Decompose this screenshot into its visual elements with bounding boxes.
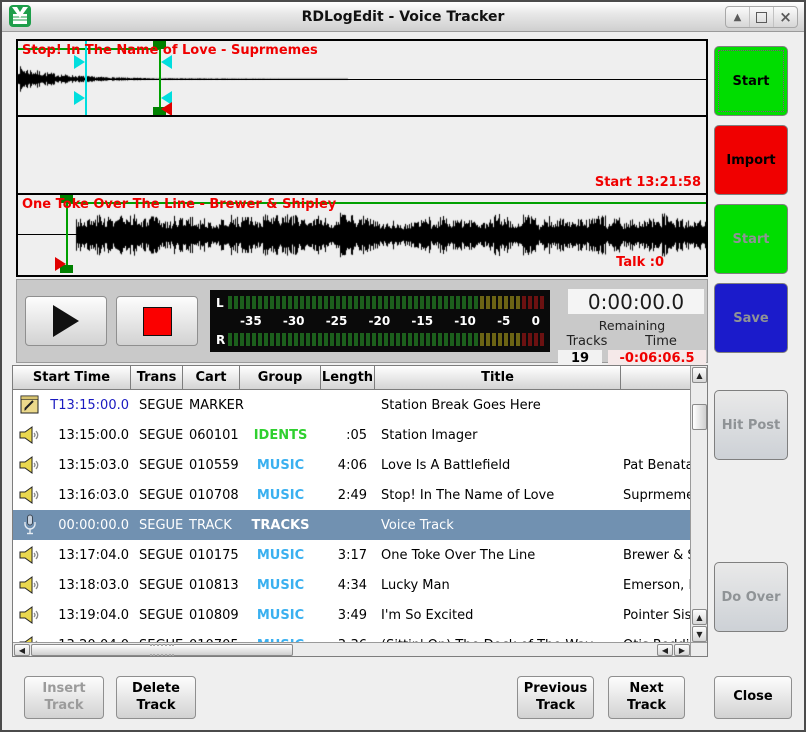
table-row-selected-voice-track[interactable]: 00:00:00.0 SEGUE TRACK TRACKS Voice Trac…	[13, 510, 691, 540]
table-header: Start Time Trans Cart Group Length Title	[13, 366, 691, 390]
header-trans[interactable]: Trans	[131, 366, 183, 390]
stop-button[interactable]	[116, 296, 198, 346]
header-artist[interactable]	[621, 366, 691, 390]
remaining-tracks-value: 19	[558, 350, 602, 366]
scroll-left-button-right[interactable]: ◀	[657, 644, 673, 656]
speaker-icon	[13, 426, 47, 444]
meter-scale: -35 -30 -25 -20 -15 -10 -5 0	[216, 313, 544, 329]
header-group[interactable]: Group	[240, 366, 321, 390]
close-button[interactable]: Close	[714, 676, 792, 719]
hit-post-button[interactable]: Hit Post	[714, 390, 788, 460]
horizontal-scroll-thumb[interactable]	[31, 644, 293, 656]
remaining-label: Remaining	[558, 318, 706, 333]
left-arrow-icon: ◀	[662, 646, 668, 655]
import-button[interactable]: Import	[714, 125, 788, 195]
vertical-scrollbar[interactable]: ▲ ▲ ▼	[690, 366, 708, 642]
table-rows: T13:15:00.0 SEGUE MARKER Station Break G…	[13, 390, 691, 657]
save-button[interactable]: Save	[714, 283, 788, 353]
cue-marker-right-icon[interactable]	[74, 91, 85, 105]
titlebar[interactable]: RDLogEdit - Voice Tracker ▲ ×	[2, 2, 804, 32]
stop-icon	[143, 307, 172, 336]
elapsed-time-display: 0:00:00.0	[568, 289, 704, 314]
scrollbar-corner	[690, 642, 708, 657]
scroll-right-button[interactable]: ▶	[674, 644, 690, 656]
meter-bar-right	[228, 333, 544, 346]
waveform-panel-track-after[interactable]: One Toke Over The Line - Brewer & Shiple…	[18, 195, 706, 273]
talk-time-label: Talk :0	[616, 255, 664, 270]
horizontal-scrollbar[interactable]: ◀ ◀ ▶	[13, 642, 690, 657]
meter-bar-left	[228, 296, 544, 309]
transport-bar: L -35 -30 -25 -20 -15 -10 -5 0 R 0:00:00…	[16, 279, 708, 363]
microphone-icon	[13, 514, 47, 536]
meter-left-label: L	[216, 296, 228, 310]
speaker-icon	[13, 606, 47, 624]
voice-slot-start-time: Start 13:21:58	[595, 175, 701, 190]
up-arrow-icon: ▲	[696, 613, 702, 622]
delete-track-button[interactable]: Delete Track	[116, 676, 196, 719]
next-track-button[interactable]: Next Track	[608, 676, 685, 719]
table-row[interactable]: 13:15:00.0 SEGUE 060101 IDENTS :05 Stati…	[13, 420, 691, 450]
table-row[interactable]: T13:15:00.0 SEGUE MARKER Station Break G…	[13, 390, 691, 420]
speaker-icon	[13, 456, 47, 474]
start-track2-button[interactable]: Start	[714, 204, 788, 274]
up-arrow-icon: ▲	[734, 12, 742, 23]
audio-meter: L -35 -30 -25 -20 -15 -10 -5 0 R	[210, 290, 550, 352]
close-icon: ×	[779, 12, 792, 22]
up-arrow-icon: ▲	[696, 371, 702, 380]
vertical-scroll-thumb[interactable]	[692, 404, 707, 430]
previous-track-button[interactable]: Previous Track	[517, 676, 594, 719]
do-over-button[interactable]: Do Over	[714, 562, 788, 632]
maximize-window-button[interactable]	[749, 7, 773, 27]
voice-tracker-window: RDLogEdit - Voice Tracker ▲ × Stop! In T…	[0, 0, 806, 732]
table-row[interactable]: 13:18:03.0 SEGUE 010813 MUSIC 4:34 Lucky…	[13, 570, 691, 600]
right-arrow-icon: ▶	[679, 646, 685, 655]
speaker-icon	[13, 546, 47, 564]
scroll-up-button[interactable]: ▲	[692, 367, 707, 383]
left-arrow-icon: ◀	[19, 646, 25, 655]
window-controls: ▲ ×	[725, 6, 798, 28]
start-track1-button[interactable]: Start	[714, 46, 788, 116]
meter-right-label: R	[216, 333, 228, 347]
maximize-icon	[756, 12, 767, 23]
waveform-stack: Stop! In The Name of Love - Suprmemes St…	[16, 39, 708, 277]
remaining-tracks-label: Tracks	[558, 334, 616, 349]
waveform-panel-voice-slot[interactable]: Start 13:21:58	[18, 117, 706, 193]
note-icon	[13, 395, 47, 415]
shade-window-button[interactable]: ▲	[726, 7, 749, 27]
table-row[interactable]: 13:16:03.0 SEGUE 010708 MUSIC 2:49 Stop!…	[13, 480, 691, 510]
scroll-up-button-bottom[interactable]: ▲	[692, 609, 707, 625]
fade-marker-icon[interactable]	[161, 102, 172, 115]
remaining-block: Remaining Tracks Time 19 -0:06:06.5	[558, 318, 706, 366]
thumb-grip	[150, 644, 174, 656]
table-row[interactable]: 13:17:04.0 SEGUE 010175 MUSIC 3:17 One T…	[13, 540, 691, 570]
close-window-button[interactable]: ×	[773, 7, 797, 27]
track-before-title: Stop! In The Name of Love - Suprmemes	[22, 43, 318, 58]
log-event-table: Start Time Trans Cart Group Length Title…	[12, 365, 708, 657]
speaker-icon	[13, 486, 47, 504]
header-start-time[interactable]: Start Time	[13, 366, 131, 390]
play-button[interactable]	[25, 296, 107, 346]
play-icon	[53, 305, 79, 337]
insert-track-button[interactable]: Insert Track	[24, 676, 104, 719]
talk-marker-icon[interactable]	[55, 257, 66, 271]
window-title: RDLogEdit - Voice Tracker	[2, 9, 804, 25]
down-arrow-icon: ▼	[696, 630, 702, 639]
scroll-down-button[interactable]: ▼	[692, 626, 707, 642]
remaining-time-label: Time	[616, 334, 706, 349]
waveform-panel-track-before[interactable]: Stop! In The Name of Love - Suprmemes	[18, 41, 706, 115]
header-cart[interactable]: Cart	[183, 366, 240, 390]
table-row[interactable]: 13:19:04.0 SEGUE 010809 MUSIC 3:49 I'm S…	[13, 600, 691, 630]
speaker-icon	[13, 576, 47, 594]
header-length[interactable]: Length	[321, 366, 375, 390]
scroll-left-button[interactable]: ◀	[14, 644, 30, 656]
table-row[interactable]: 13:15:03.0 SEGUE 010559 MUSIC 4:06 Love …	[13, 450, 691, 480]
remaining-time-value: -0:06:06.5	[608, 350, 706, 366]
track-after-title: One Toke Over The Line - Brewer & Shiple…	[22, 197, 336, 212]
header-title[interactable]: Title	[375, 366, 621, 390]
